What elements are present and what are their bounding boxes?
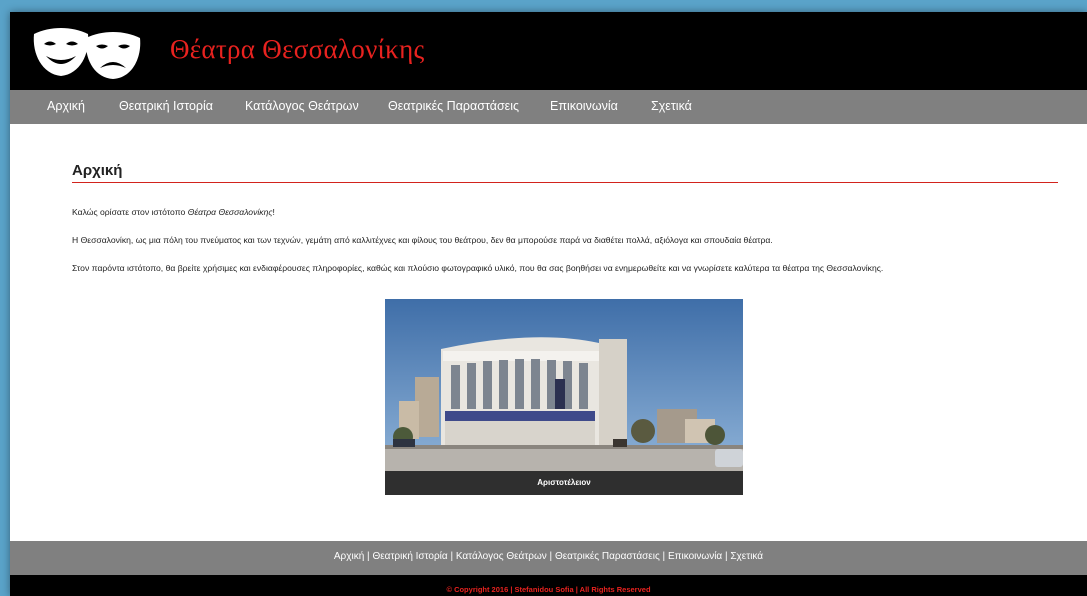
footer-separator: |	[546, 551, 555, 562]
theatre-photo: Αριστοτέλειον	[385, 299, 743, 495]
intro-site-name: Θέατρα Θεσσαλονίκης	[187, 207, 273, 217]
title-divider	[72, 182, 1058, 183]
nav-item-contact[interactable]: Επικοινωνία	[550, 99, 618, 113]
nav-item-theatre-history[interactable]: Θεατρική Ιστορία	[119, 99, 213, 113]
copyright-bar: © Copyright 2016 | Stefanidou Sofia | Al…	[10, 575, 1087, 596]
paragraph-city: Η Θεσσαλονίκη, ως μια πόλη του πνεύματος…	[72, 235, 773, 245]
footer-nav: Αρχική | Θεατρική Ιστορία | Κατάλογος Θε…	[10, 541, 1087, 575]
footer-link-about[interactable]: Σχετικά	[730, 551, 763, 562]
footer-link-theatre-history[interactable]: Θεατρική Ιστορία	[372, 551, 447, 562]
intro-text: Καλώς ορίσατε στον ιστότοπο	[72, 207, 188, 217]
footer-link-home[interactable]: Αρχική	[334, 551, 364, 562]
intro-suffix: !	[272, 207, 275, 217]
main-nav: Αρχική Θεατρική Ιστορία Κατάλογος Θεάτρω…	[10, 90, 1087, 124]
footer-link-contact[interactable]: Επικοινωνία	[668, 551, 722, 562]
aristoteleion-photo-image	[385, 299, 743, 471]
theatre-masks-icon[interactable]	[28, 24, 146, 80]
footer-separator: |	[659, 551, 668, 562]
footer-separator: |	[447, 551, 456, 562]
footer-link-theatre-catalog[interactable]: Κατάλογος Θεάτρων	[456, 551, 547, 562]
nav-item-theatre-catalog[interactable]: Κατάλογος Θεάτρων	[245, 99, 359, 113]
footer-link-performances[interactable]: Θεατρικές Παραστάσεις	[555, 551, 660, 562]
intro-paragraph: Καλώς ορίσατε στον ιστότοπο Θέατρα Θεσσα…	[72, 207, 275, 217]
nav-item-about[interactable]: Σχετικά	[651, 99, 692, 113]
site-header: Θέατρα Θεσσαλονίκης	[10, 12, 1087, 90]
browser-page: Θέατρα Θεσσαλονίκης Αρχική Θεατρική Ιστο…	[10, 12, 1087, 596]
paragraph-site-info: Στον παρόντα ιστότοπο, θα βρείτε χρήσιμε…	[72, 263, 884, 273]
site-title[interactable]: Θέατρα Θεσσαλονίκης	[170, 34, 424, 65]
nav-item-home[interactable]: Αρχική	[47, 99, 85, 113]
page-title: Αρχική	[72, 162, 123, 179]
nav-item-performances[interactable]: Θεατρικές Παραστάσεις	[388, 99, 519, 113]
photo-caption: Αριστοτέλειον	[385, 471, 743, 495]
